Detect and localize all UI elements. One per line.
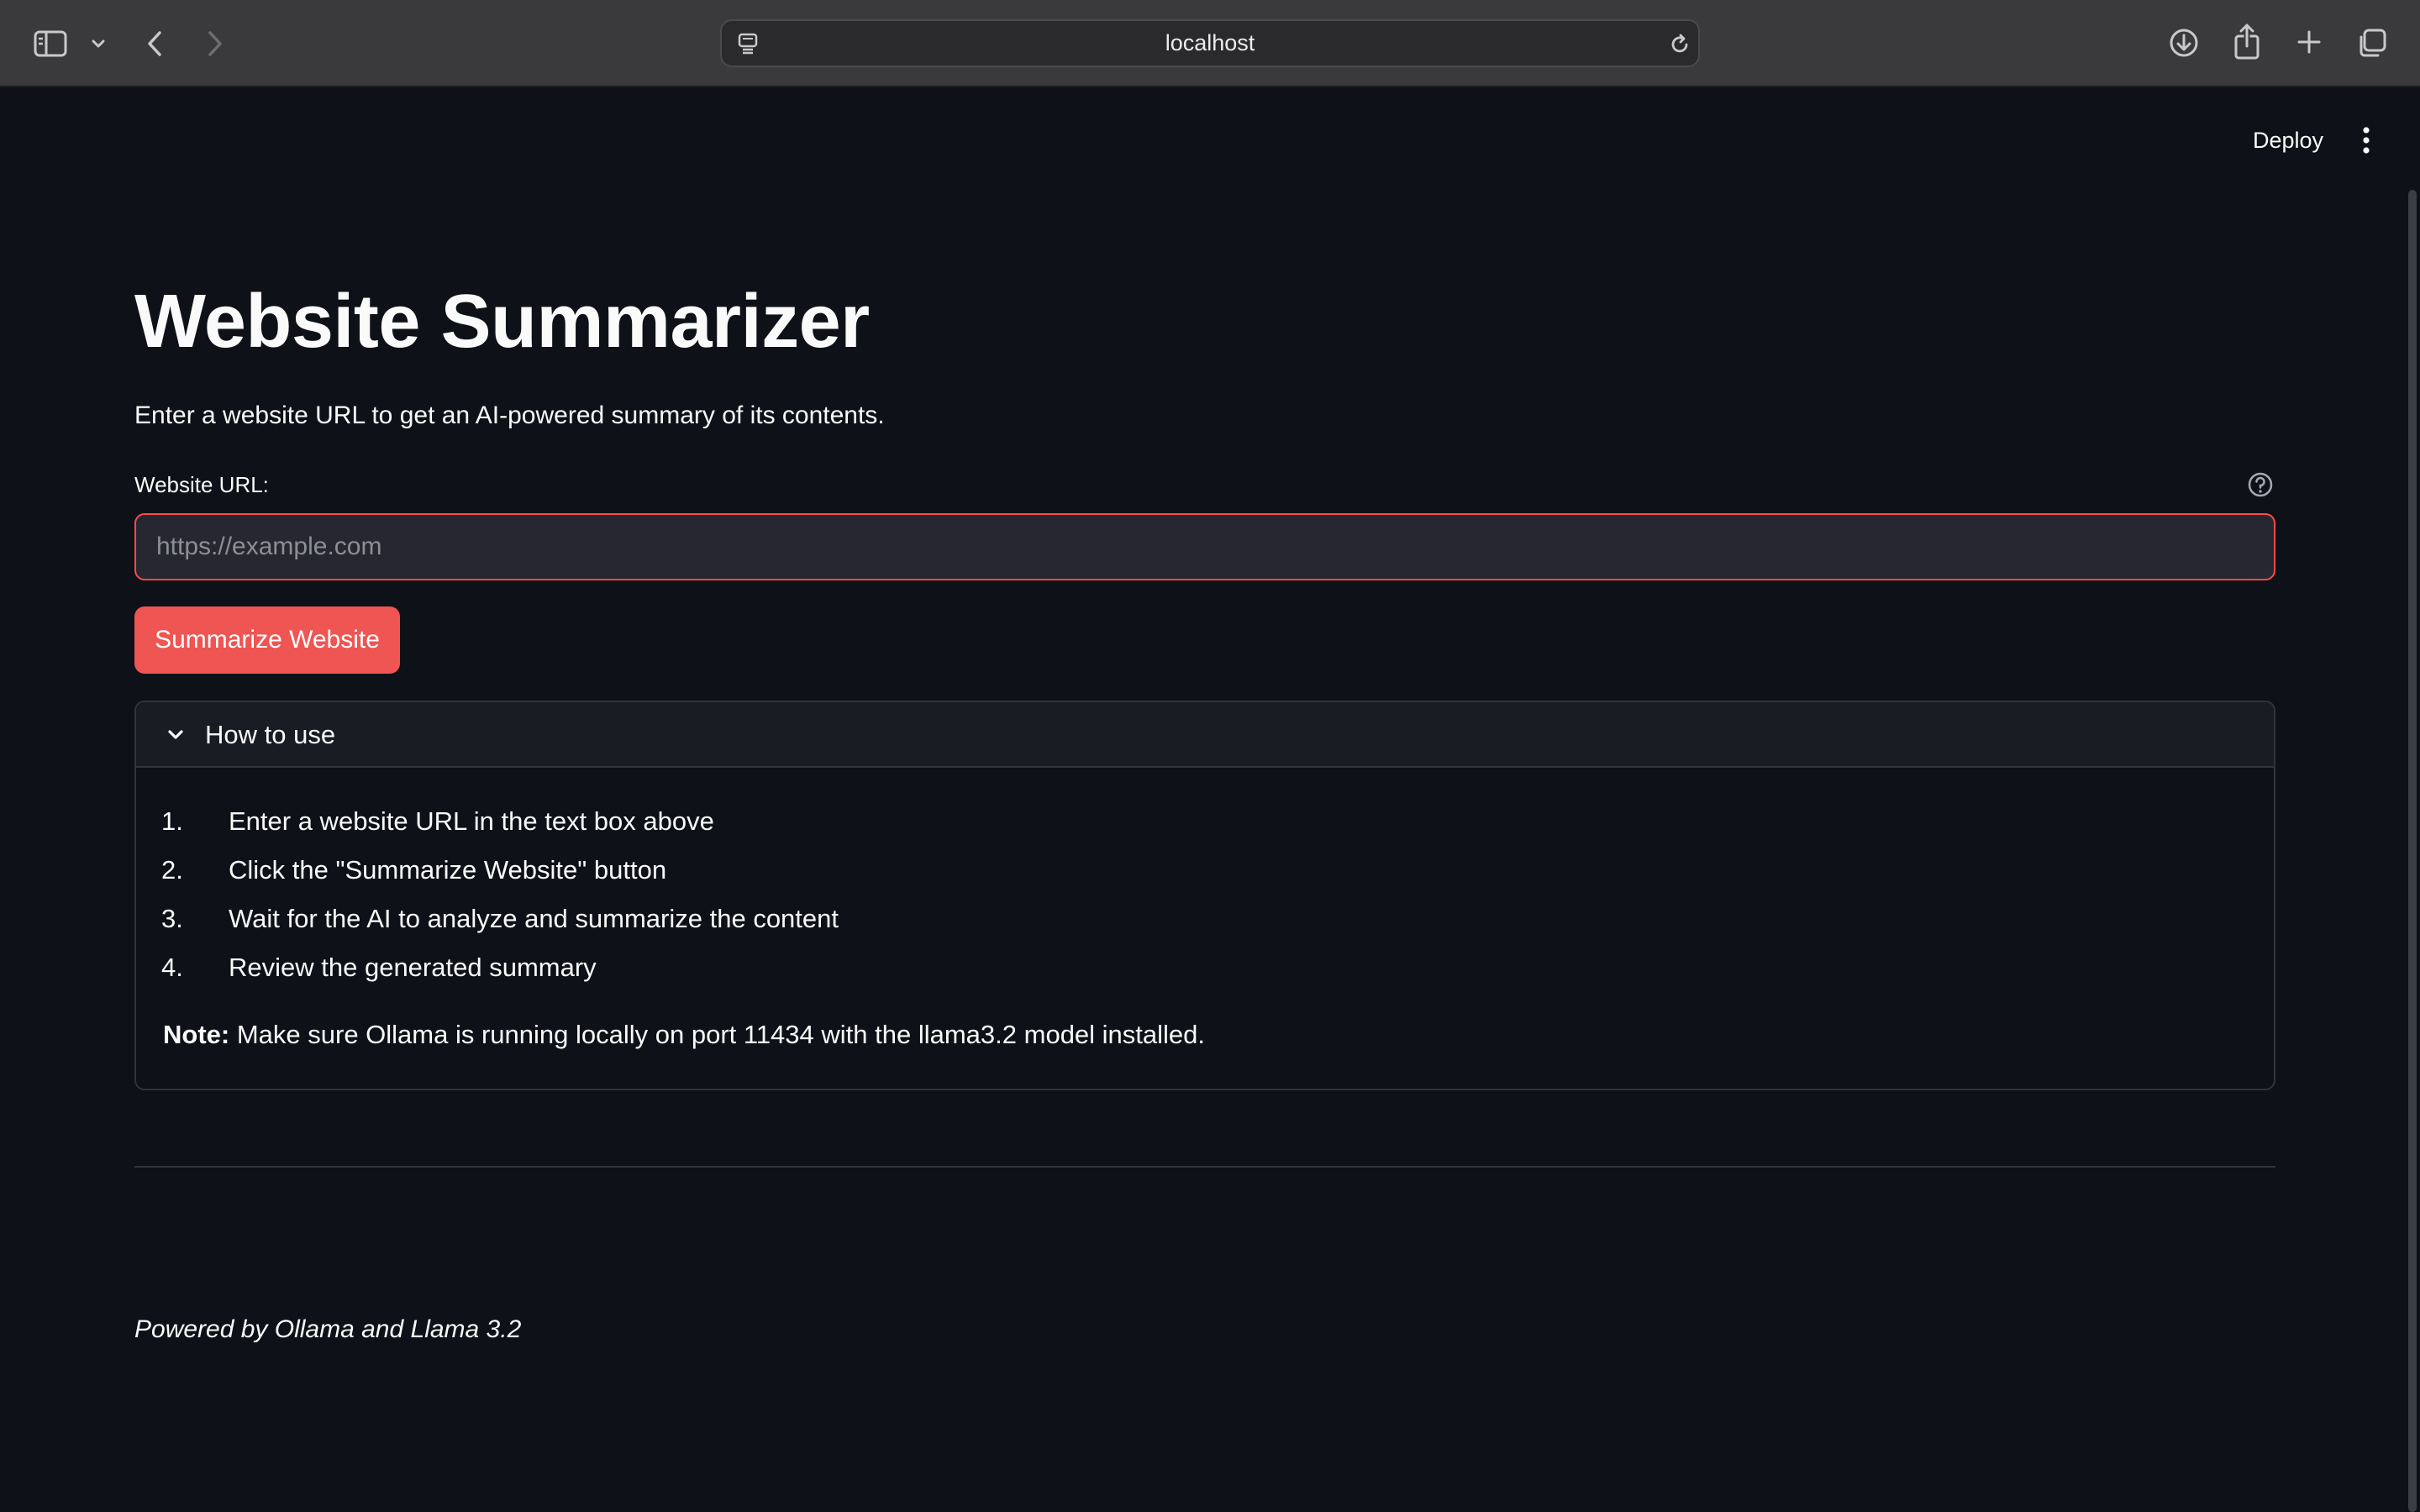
- scrollbar[interactable]: [2408, 190, 2417, 1512]
- summarize-website-button[interactable]: Summarize Website: [134, 606, 400, 674]
- browser-toolbar: localhost: [0, 0, 2420, 87]
- note-body: Make sure Ollama is running locally on p…: [229, 1020, 1206, 1049]
- tab-overview-icon[interactable]: [2354, 25, 2390, 60]
- step-text: Review the generated summary: [229, 953, 597, 982]
- step-number: 4.: [161, 953, 183, 982]
- address-bar[interactable]: localhost: [720, 19, 1700, 67]
- help-circle-icon[interactable]: [2246, 470, 2275, 499]
- page-subtitle: Enter a website URL to get an AI-powered…: [134, 402, 885, 429]
- step-text: Enter a website URL in the text box abov…: [229, 806, 714, 836]
- share-icon[interactable]: [2230, 22, 2264, 60]
- note-text: Note: Make sure Ollama is running locall…: [163, 1020, 1205, 1050]
- step-number: 1.: [161, 806, 183, 836]
- reload-icon[interactable]: [1666, 31, 1693, 58]
- deploy-button[interactable]: Deploy: [2239, 119, 2337, 161]
- step-number: 3.: [161, 904, 183, 933]
- more-vert-icon[interactable]: [2353, 119, 2380, 161]
- address-text: localhost: [1165, 30, 1255, 55]
- website-url-input[interactable]: [134, 513, 2275, 580]
- page-title: Website Summarizer: [134, 280, 870, 364]
- expander-title: How to use: [205, 720, 336, 749]
- step-text: Click the "Summarize Website" button: [229, 855, 667, 885]
- how-to-use-expander: How to use 1. Enter a website URL in the…: [134, 701, 2275, 1090]
- step-text: Wait for the AI to analyze and summarize…: [229, 904, 839, 933]
- chevron-down-icon[interactable]: [87, 34, 109, 54]
- app-page: Deploy Website Summarizer Enter a websit…: [0, 89, 2420, 1512]
- chevron-down-icon: [163, 722, 188, 748]
- divider: [134, 1166, 2275, 1168]
- download-icon[interactable]: [2166, 25, 2202, 60]
- footer-credit: Powered by Ollama and Llama 3.2: [134, 1315, 522, 1343]
- note-label: Note:: [163, 1020, 230, 1049]
- how-to-use-toggle[interactable]: How to use: [136, 702, 2274, 768]
- forward-icon[interactable]: [198, 25, 232, 62]
- step-number: 2.: [161, 855, 183, 885]
- url-field-label: Website URL:: [134, 472, 269, 497]
- new-tab-icon[interactable]: [2292, 25, 2326, 59]
- back-icon[interactable]: [138, 25, 171, 62]
- sidebar-icon[interactable]: [32, 27, 69, 60]
